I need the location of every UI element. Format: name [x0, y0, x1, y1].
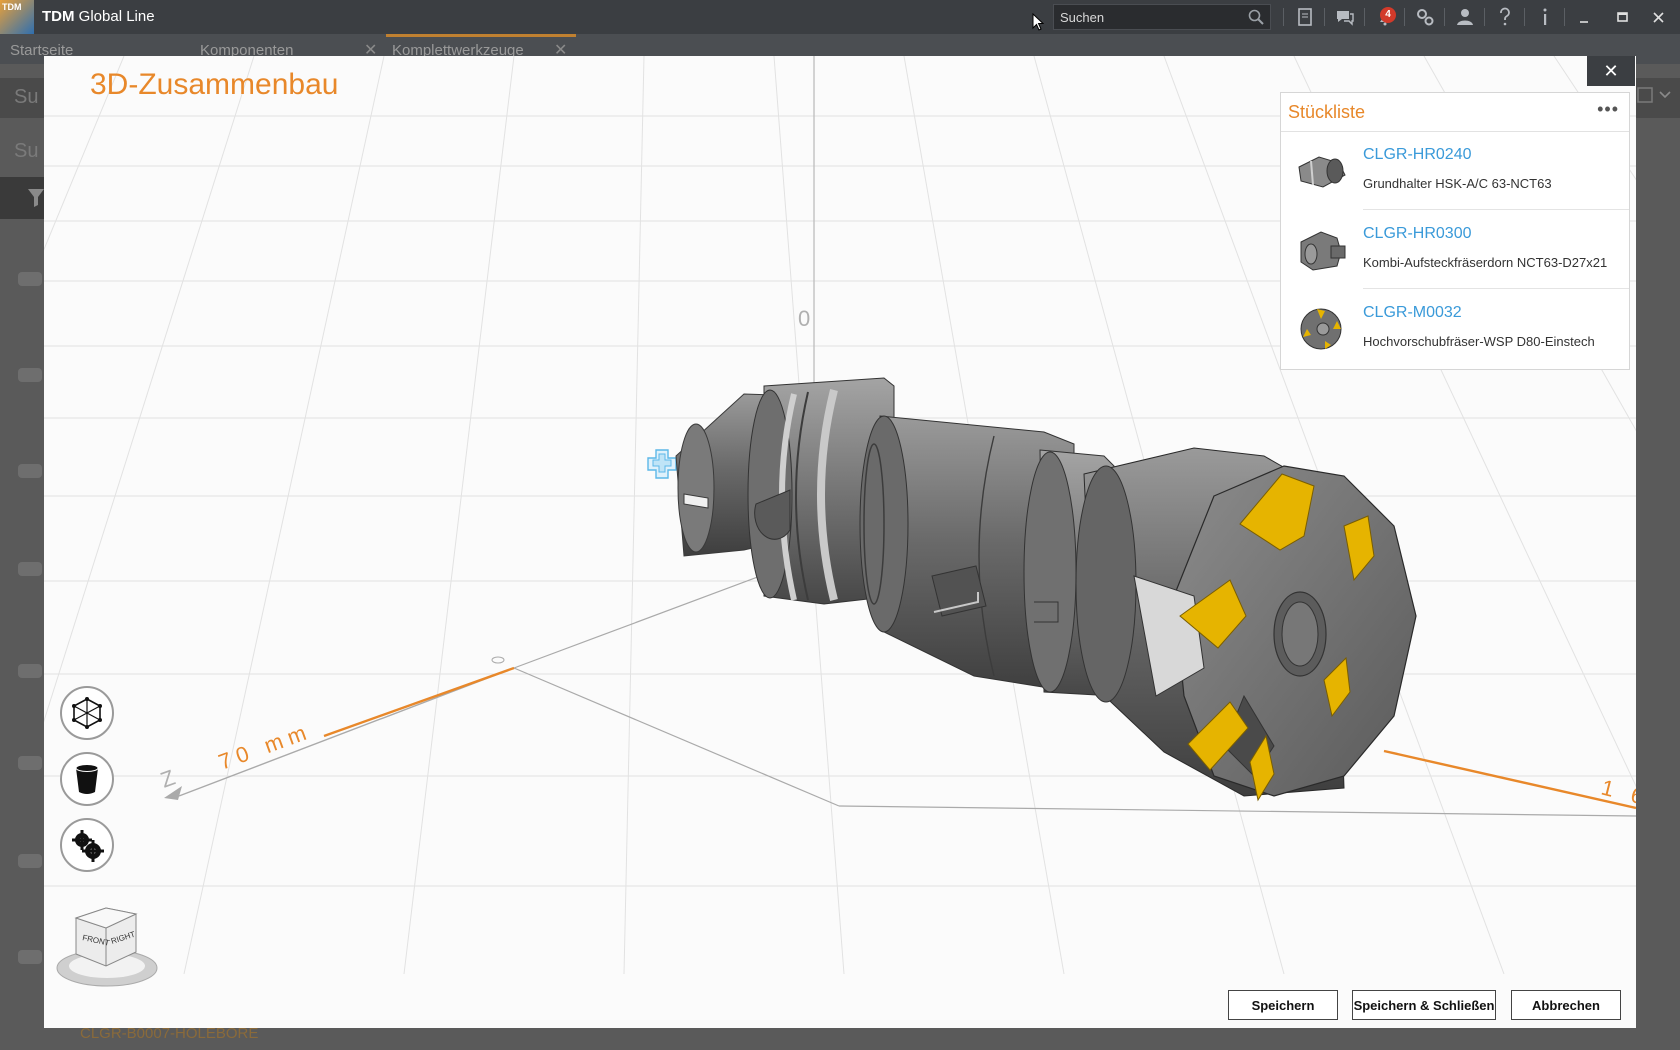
notification-badge: 4 — [1380, 7, 1396, 23]
save-and-close-button[interactable]: Speichern & Schließen — [1352, 990, 1496, 1020]
bom-item-code[interactable]: CLGR-HR0300 — [1363, 225, 1471, 243]
wireframe-view-button[interactable] — [60, 686, 114, 740]
gears-icon — [72, 830, 104, 862]
mouse-cursor-icon — [1032, 13, 1044, 31]
view-cube[interactable]: FRONT RIGHT — [54, 902, 160, 988]
background-tool-thumbnail — [18, 368, 42, 382]
background-tool-thumbnail — [18, 950, 42, 964]
logo-text: TDM — [2, 2, 22, 12]
bom-item-description: Hochvorschubfräser-WSP D80-Einstech — [1363, 334, 1595, 349]
bom-list-item[interactable]: CLGR-M0032 Hochvorschubfräser-WSP D80-Ei… — [1281, 289, 1629, 368]
chevron-down-icon — [1637, 87, 1671, 103]
background-view-toggle — [1636, 78, 1680, 118]
bom-item-code[interactable]: CLGR-M0032 — [1363, 304, 1462, 322]
search-input[interactable] — [1060, 9, 1240, 25]
filter-icon — [28, 189, 44, 207]
ground-axis-line — [513, 667, 840, 807]
y-axis-label: 0 — [798, 306, 810, 331]
background-tool-thumbnail — [18, 272, 42, 286]
z-axis-label: 70 mm — [215, 718, 315, 775]
settings-icon[interactable] — [1414, 6, 1436, 28]
toolbar-separator — [1524, 8, 1525, 26]
bom-header: Stückliste ••• — [1281, 93, 1629, 132]
background-tool-thumbnail — [18, 756, 42, 770]
dialog-title: 3D-Zusammenbau — [90, 68, 339, 101]
assembly-dialog: 0 70 mm Z 1 6 3D-Zusammenbau ✕ Stücklist… — [44, 56, 1636, 1028]
app-logo: TDM — [0, 0, 34, 34]
ground-axis-line — [838, 805, 1636, 817]
background-filter-button — [0, 177, 44, 219]
cancel-button[interactable]: Abbrechen — [1511, 990, 1621, 1020]
toolbar-separator — [1444, 8, 1445, 26]
x-axis-highlight — [1383, 749, 1636, 810]
toolbar-separator — [1404, 8, 1405, 26]
background-tool-thumbnail — [18, 664, 42, 678]
wireframe-cube-icon — [72, 697, 102, 729]
background-tool-thumbnail — [18, 562, 42, 576]
toolbar-separator — [1283, 8, 1284, 26]
cylinder-icon — [75, 764, 99, 794]
solid-view-button[interactable] — [60, 752, 114, 806]
bom-title: Stückliste — [1288, 102, 1366, 122]
x-axis-label: 1 6 — [1599, 775, 1636, 811]
window-close-icon[interactable] — [1648, 6, 1670, 28]
user-icon[interactable] — [1454, 6, 1476, 28]
settings-button[interactable] — [60, 818, 114, 872]
bom-list-item[interactable]: CLGR-HR0240 Grundhalter HSK-A/C 63-NCT63 — [1281, 131, 1629, 210]
title-bar: TDM TDM Global Line 4 — [0, 0, 1680, 34]
document-icon[interactable] — [1294, 6, 1316, 28]
app-title: TDM Global Line — [42, 8, 155, 25]
z-axis-highlight — [323, 666, 515, 738]
app-title-rest: Global Line — [74, 8, 155, 25]
toolbar-separator — [1364, 8, 1365, 26]
search-icon[interactable] — [1248, 9, 1264, 25]
dialog-close-button[interactable]: ✕ — [1587, 56, 1635, 86]
component-thumbnail — [1298, 156, 1346, 188]
save-button[interactable]: Speichern — [1228, 990, 1338, 1020]
bom-list-item[interactable]: CLGR-HR0300 Kombi-Aufsteckfräserdorn NCT… — [1281, 210, 1629, 289]
more-options-icon[interactable]: ••• — [1597, 99, 1619, 120]
active-tab-indicator — [386, 34, 576, 37]
bom-item-description: Grundhalter HSK-A/C 63-NCT63 — [1363, 176, 1552, 191]
background-search-text: Su — [14, 86, 39, 108]
chat-icon[interactable] — [1334, 6, 1356, 28]
component-thumbnail — [1300, 308, 1342, 350]
z-axis-letter: Z — [157, 765, 178, 793]
minimize-icon[interactable] — [1574, 6, 1596, 28]
bom-item-description: Kombi-Aufsteckfräserdorn NCT63-D27x21 — [1363, 255, 1608, 270]
global-search[interactable] — [1053, 4, 1271, 30]
toolbar-separator — [1564, 8, 1565, 26]
background-subheading: Su — [14, 140, 39, 162]
background-tool-thumbnail — [18, 854, 42, 868]
help-icon[interactable] — [1494, 6, 1516, 28]
bom-panel: Stückliste ••• CLGR-HR0240 Grundhalter H… — [1280, 92, 1630, 370]
maximize-icon[interactable] — [1612, 6, 1634, 28]
info-icon[interactable] — [1534, 6, 1556, 28]
tool-assembly-model[interactable] — [675, 377, 1417, 802]
origin-marker — [491, 656, 505, 664]
background-tool-thumbnail — [18, 464, 42, 478]
component-thumbnail — [1300, 231, 1346, 271]
toolbar-separator — [1484, 8, 1485, 26]
bom-item-code[interactable]: CLGR-HR0240 — [1363, 146, 1471, 164]
app-title-bold: TDM — [42, 8, 75, 25]
toolbar-separator — [1324, 8, 1325, 26]
pivot-gizmo-icon[interactable] — [647, 449, 677, 479]
